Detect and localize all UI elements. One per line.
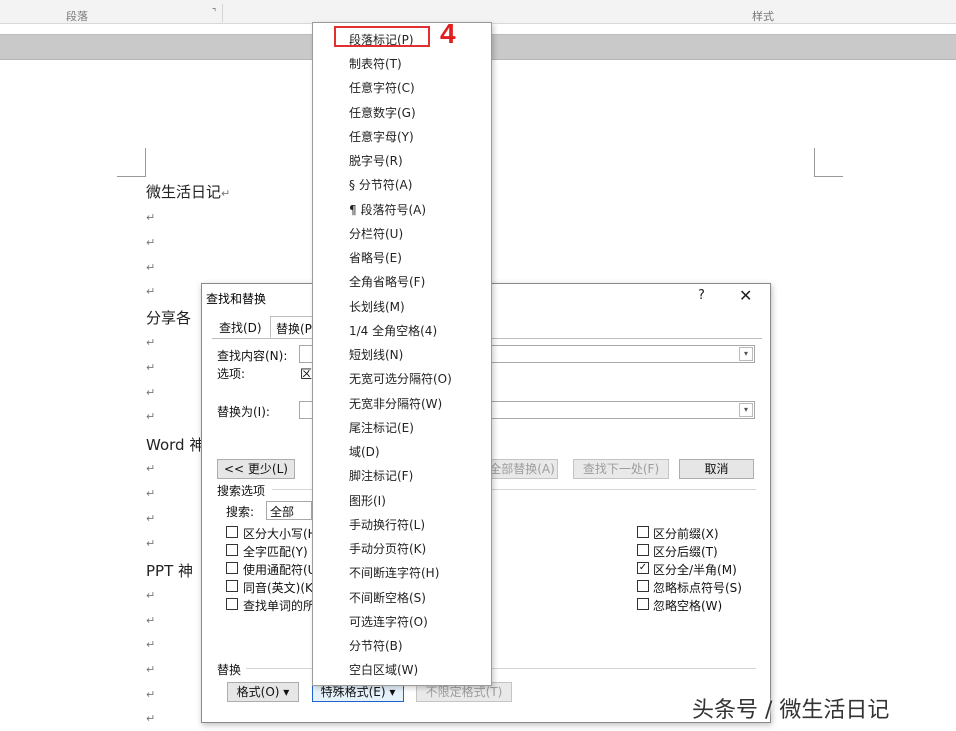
paragraph-mark: ↵ xyxy=(146,361,156,374)
format-button[interactable]: 格式(O) ▾ xyxy=(227,682,299,702)
paragraph-mark: ↵ xyxy=(146,336,156,349)
chevron-down-icon[interactable]: ▾ xyxy=(739,347,753,361)
sounds-like-checkbox[interactable] xyxy=(226,580,238,592)
ribbon-separator xyxy=(222,4,223,22)
dialog-title: 查找和替换 xyxy=(206,292,267,306)
replace-with-label: 替换为(I): xyxy=(217,405,270,419)
whole-word-checkbox[interactable] xyxy=(226,544,238,556)
paragraph-mark: ↵ xyxy=(146,285,156,298)
search-direction-label: 搜索: xyxy=(226,505,255,519)
menu-item-footnote-mark[interactable]: 脚注标记(F) xyxy=(349,467,413,484)
crop-mark-right-h xyxy=(814,176,843,177)
find-next-button[interactable]: 查找下一处(F) xyxy=(573,459,669,479)
match-case-label: 区分大小写(H) xyxy=(243,527,322,541)
options-value: 区 xyxy=(300,367,313,381)
paragraph-mark: ↵ xyxy=(146,512,156,525)
match-prefix-checkbox[interactable] xyxy=(637,526,649,538)
sounds-like-label: 同音(英文)(K) xyxy=(243,581,318,595)
full-half-width-label: 区分全/半角(M) xyxy=(653,563,737,577)
cancel-button[interactable]: 取消 xyxy=(679,459,754,479)
paragraph-mark: ↵ xyxy=(146,589,156,602)
menu-item-paragraph-char[interactable]: ¶ 段落符号(A) xyxy=(349,201,426,218)
options-label: 选项: xyxy=(217,367,246,381)
whole-word-label: 全字匹配(Y) xyxy=(243,545,308,559)
menu-item-zero-width-optional-break[interactable]: 无宽可选分隔符(O) xyxy=(349,370,452,387)
find-what-label: 查找内容(N): xyxy=(217,349,288,363)
tab-find[interactable]: 查找(D) xyxy=(214,316,267,338)
doc-word-line[interactable]: Word 神 xyxy=(146,434,204,455)
crop-mark-left-v xyxy=(145,148,146,176)
paragraph-mark: ↵ xyxy=(146,410,156,423)
menu-item-endnote-mark[interactable]: 尾注标记(E) xyxy=(349,419,414,436)
special-format-menu: 段落标记(P) 制表符(T) 任意字符(C) 任意数字(G) 任意字母(Y) 脱… xyxy=(312,22,492,686)
menu-item-nonbreaking-space[interactable]: 不间断空格(S) xyxy=(349,589,426,606)
menu-item-manual-page-break[interactable]: 手动分页符(K) xyxy=(349,540,426,557)
doc-ppt-line[interactable]: PPT 神 xyxy=(146,560,193,581)
replace-group-heading: 替换 xyxy=(217,663,242,677)
paragraph-mark: ↵ xyxy=(146,663,156,676)
paragraph-mark: ↵ xyxy=(146,236,156,249)
paragraph-mark: ↵ xyxy=(146,211,156,224)
ribbon-group-paragraph: 段落 xyxy=(66,10,88,23)
menu-item-field[interactable]: 域(D) xyxy=(349,443,380,460)
menu-item-zero-width-non-break[interactable]: 无宽非分隔符(W) xyxy=(349,395,442,412)
match-suffix-label: 区分后缀(T) xyxy=(653,545,718,559)
menu-item-section-break[interactable]: 分节符(B) xyxy=(349,637,403,654)
menu-item-any-character[interactable]: 任意字符(C) xyxy=(349,79,415,96)
menu-item-any-digit[interactable]: 任意数字(G) xyxy=(349,104,416,121)
menu-item-section-char[interactable]: § 分节符(A) xyxy=(349,176,412,193)
match-suffix-checkbox[interactable] xyxy=(637,544,649,556)
menu-item-any-letter[interactable]: 任意字母(Y) xyxy=(349,128,414,145)
menu-item-graphic[interactable]: 图形(I) xyxy=(349,492,386,509)
replace-all-button[interactable]: 全部替换(A) xyxy=(486,459,558,479)
match-prefix-label: 区分前缀(X) xyxy=(653,527,719,541)
wildcards-checkbox[interactable] xyxy=(226,562,238,574)
paragraph-mark: ↵ xyxy=(146,537,156,550)
paragraph-mark: ↵ xyxy=(146,638,156,651)
menu-item-ellipsis[interactable]: 省略号(E) xyxy=(349,249,402,266)
menu-item-tab-character[interactable]: 制表符(T) xyxy=(349,55,402,72)
menu-item-en-dash[interactable]: 短划线(N) xyxy=(349,346,403,363)
ribbon-group-styles: 样式 xyxy=(752,10,774,23)
search-direction-select[interactable]: 全部 xyxy=(266,501,312,520)
ignore-space-checkbox[interactable] xyxy=(637,598,649,610)
help-button[interactable]: ? xyxy=(698,288,705,303)
all-forms-checkbox[interactable] xyxy=(226,598,238,610)
search-options-heading: 搜索选项 xyxy=(217,484,266,498)
full-half-width-checkbox[interactable]: ✓ xyxy=(637,562,649,574)
paragraph-mark: ↵ xyxy=(146,487,156,500)
close-icon[interactable]: ✕ xyxy=(739,286,752,305)
ignore-space-label: 忽略空格(W) xyxy=(653,599,723,613)
menu-item-optional-hyphen[interactable]: 可选连字符(O) xyxy=(349,613,428,630)
menu-item-full-width-ellipsis[interactable]: 全角省略号(F) xyxy=(349,273,425,290)
ribbon-strip: 段落 ⌝ 样式 xyxy=(0,0,956,24)
paragraph-mark: ↵ xyxy=(146,614,156,627)
doc-title-line[interactable]: 微生活日记↵ xyxy=(146,181,230,202)
paragraph-mark: ↵ xyxy=(146,712,156,725)
ignore-punctuation-checkbox[interactable] xyxy=(637,580,649,592)
menu-item-caret[interactable]: 脱字号(R) xyxy=(349,152,403,169)
ignore-punctuation-label: 忽略标点符号(S) xyxy=(653,581,742,595)
step-number-callout: 4 xyxy=(440,18,456,49)
crop-mark-right-v xyxy=(814,148,815,176)
menu-item-quarter-em-space[interactable]: 1/4 全角空格(4) xyxy=(349,322,437,339)
match-case-checkbox[interactable] xyxy=(226,526,238,538)
menu-item-column-break[interactable]: 分栏符(U) xyxy=(349,225,403,242)
dialog-launcher-icon[interactable]: ⌝ xyxy=(212,8,216,18)
paragraph-mark: ↵ xyxy=(146,386,156,399)
wildcards-label: 使用通配符(U) xyxy=(243,563,322,577)
menu-item-em-dash[interactable]: 长划线(M) xyxy=(349,298,405,315)
chevron-down-icon[interactable]: ▾ xyxy=(739,403,753,417)
crop-mark-left-h xyxy=(117,176,146,177)
highlight-box xyxy=(334,26,430,47)
paragraph-mark: ↵ xyxy=(146,462,156,475)
less-button[interactable]: << 更少(L) xyxy=(217,459,295,479)
menu-item-nonbreaking-hyphen[interactable]: 不间断连字符(H) xyxy=(349,564,439,581)
watermark-text: 头条号 / 微生活日记 xyxy=(692,698,890,723)
menu-item-manual-line-break[interactable]: 手动换行符(L) xyxy=(349,516,425,533)
menu-item-white-space[interactable]: 空白区域(W) xyxy=(349,661,418,678)
paragraph-mark: ↵ xyxy=(146,688,156,701)
paragraph-mark: ↵ xyxy=(146,261,156,274)
doc-share-line[interactable]: 分享各 xyxy=(146,307,191,328)
